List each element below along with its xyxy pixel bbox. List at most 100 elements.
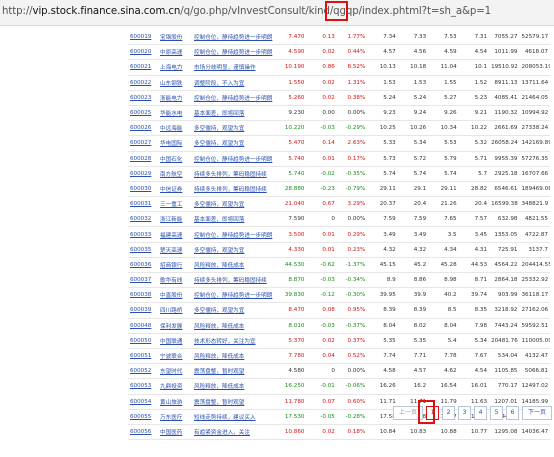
stock-code-link[interactable]: 600023 (128, 90, 158, 106)
stock-code-link[interactable]: 600035 (128, 242, 158, 258)
address-bar[interactable]: http://vip.stock.finance.sina.com.cn/q/g… (0, 0, 554, 26)
stock-name-link[interactable]: 九鼎投资 (158, 378, 192, 395)
stock-code-link[interactable]: 600037 (128, 272, 158, 289)
rating-link[interactable]: 短线走势持续，建议买入 (192, 409, 276, 425)
stock-code-link[interactable]: 600032 (128, 211, 158, 228)
stock-name-link[interactable]: 三一重工 (158, 196, 192, 213)
stock-code-link[interactable]: 600050 (128, 333, 158, 349)
rating-link[interactable]: 调整阶段，不入为宜 (192, 75, 276, 91)
open-cell: 7.59 (397, 211, 429, 228)
stock-name-link[interactable]: 四川路桥 (158, 302, 192, 319)
rating-link[interactable]: 多空僵持，观望为宜 (192, 242, 276, 258)
stock-code-link[interactable]: 600031 (128, 196, 158, 213)
rating-link[interactable]: 持续多头排列，筹码稳固持续 (192, 166, 276, 182)
stock-name-link[interactable]: 宁波联合 (158, 348, 192, 365)
stock-name-link[interactable]: 浙江新能 (158, 211, 192, 228)
page-5-button[interactable]: 5 (490, 406, 504, 420)
stock-code-link[interactable]: 600030 (128, 181, 158, 198)
stock-name-link[interactable]: 中原高速 (158, 44, 192, 61)
rating-link[interactable]: 控制仓位，静待趋势进一步明朗 (192, 30, 276, 46)
rating-link[interactable]: 技术形态转好，关注为宜 (192, 333, 276, 349)
stock-code-link[interactable]: 600054 (128, 394, 158, 410)
rating-link[interactable]: 风险释放，降低成本 (192, 318, 276, 334)
rating-link[interactable]: 控制仓位，静待趋势进一步明朗 (192, 44, 276, 61)
amount-cell: 21464.05 (519, 90, 550, 106)
rating-link[interactable]: 多空僵持，观望为宜 (192, 302, 276, 319)
stock-name-link[interactable]: 中直股份 (158, 287, 192, 304)
table-row: 600053 九鼎投资 风险释放，降低成本 16.250 -0.01 -0.06% 16.2… (128, 378, 550, 395)
stock-name-link[interactable]: 黄山旅游 (158, 394, 192, 410)
rating-link[interactable]: 持续多头排列，筹码稳固持续 (192, 181, 276, 198)
rating-link[interactable]: 控制仓位，静待趋势进一步明朗 (192, 90, 276, 106)
stock-code-link[interactable]: 600021 (128, 59, 158, 76)
rating-link[interactable]: 基本面差，即将回落 (192, 105, 276, 122)
stock-code-link[interactable]: 600028 (128, 151, 158, 167)
stock-code-link[interactable]: 600056 (128, 424, 158, 441)
rating-link[interactable]: 多空僵持，观望为宜 (192, 196, 276, 213)
rating-link[interactable]: 基本面差，即将回落 (192, 211, 276, 228)
low-cell: 5.7 (458, 166, 490, 182)
stock-name-link[interactable]: 福建高速 (158, 226, 192, 243)
url-text[interactable]: http://vip.stock.finance.sina.com.cn/q/g… (2, 6, 491, 17)
stock-name-link[interactable]: 楚天高速 (158, 242, 192, 258)
stock-code-link[interactable]: 600025 (128, 105, 158, 122)
rating-link[interactable]: 风险释放，降低成本 (192, 348, 276, 365)
rating-link[interactable]: 震荡盘整，暂时观望 (192, 363, 276, 380)
stock-code-link[interactable]: 600027 (128, 135, 158, 152)
stock-code-link[interactable]: 600052 (128, 363, 158, 380)
rating-link[interactable]: 多空僵持，观望为宜 (192, 120, 276, 137)
stock-name-link[interactable]: 宝钢股份 (158, 30, 192, 46)
rating-link[interactable]: 控制仓位，静待趋势进一步明朗 (192, 287, 276, 304)
stock-code-link[interactable]: 600038 (128, 287, 158, 304)
stock-name-link[interactable]: 中国医药 (158, 424, 192, 441)
stock-code-link[interactable]: 600039 (128, 302, 158, 319)
stock-name-link[interactable]: 上海电力 (158, 59, 192, 76)
page-6-button[interactable]: 6 (506, 406, 520, 420)
stock-code-link[interactable]: 600055 (128, 409, 158, 425)
rating-link[interactable]: 持续多头排列，筹码稳固持续 (192, 272, 276, 289)
low-cell: 10.22 (458, 120, 490, 137)
stock-code-link[interactable]: 600033 (128, 226, 158, 243)
stock-code-link[interactable]: 600053 (128, 378, 158, 395)
rating-link[interactable]: 有趋紧资金进入，关注 (192, 424, 276, 441)
stock-name-link[interactable]: 中国联通 (158, 333, 192, 349)
stock-name-link[interactable]: 华能水电 (158, 105, 192, 122)
rating-link[interactable]: 风险释放，降低成本 (192, 257, 276, 274)
stock-name-link[interactable]: 华电国际 (158, 135, 192, 152)
stock-name-link[interactable]: 歌华有线 (158, 272, 192, 289)
stock-name-link[interactable]: 万东医疗 (158, 409, 192, 425)
stock-code-link[interactable]: 600022 (128, 75, 158, 91)
stock-name-link[interactable]: 浙能电力 (158, 90, 192, 106)
stock-name-link[interactable]: 中信证券 (158, 181, 192, 198)
stock-name-link[interactable]: 中国石化 (158, 151, 192, 167)
rating-link[interactable]: 控制仓位，静待趋势进一步明朗 (192, 226, 276, 243)
stock-name-link[interactable]: 东望时代 (158, 363, 192, 380)
page-3-button[interactable]: 3 (458, 406, 472, 420)
rating-link[interactable]: 市场分歧明显，谨慎操作 (192, 59, 276, 76)
low-cell: 10.1 (458, 59, 490, 76)
stock-name-link[interactable]: 南方航空 (158, 166, 192, 182)
stock-code-link[interactable]: 600051 (128, 348, 158, 365)
stock-code-link[interactable]: 600020 (128, 44, 158, 61)
rating-link[interactable]: 风险释放，降低成本 (192, 378, 276, 395)
stock-name-link[interactable]: 中远海能 (158, 120, 192, 137)
prev-close-cell: 1.53 (367, 75, 398, 91)
stock-name-link[interactable]: 招商银行 (158, 257, 192, 274)
stock-code-link[interactable]: 600026 (128, 120, 158, 137)
stock-name-link[interactable]: 山东钢铁 (158, 75, 192, 91)
page-2-button[interactable]: 2 (442, 406, 456, 420)
stock-name-link[interactable]: 保利发展 (158, 318, 192, 334)
rating-link[interactable]: 控制仓位，静待趋势进一步明朗 (192, 151, 276, 167)
page-4-button[interactable]: 4 (474, 406, 488, 420)
url-page-param-highlight (325, 1, 348, 21)
stock-code-link[interactable]: 600036 (128, 257, 158, 274)
high-cell: 7.53 (428, 30, 459, 46)
rating-link[interactable]: 震荡盘整，暂时观望 (192, 394, 276, 410)
stock-code-link[interactable]: 600048 (128, 318, 158, 334)
high-cell: 5.74 (428, 166, 459, 182)
stock-code-link[interactable]: 600019 (128, 30, 158, 46)
high-cell: 7.65 (428, 211, 459, 228)
rating-link[interactable]: 多空僵持，观望为宜 (192, 135, 276, 152)
next-page-button[interactable]: 下一页 (522, 406, 553, 420)
stock-code-link[interactable]: 600029 (128, 166, 158, 182)
